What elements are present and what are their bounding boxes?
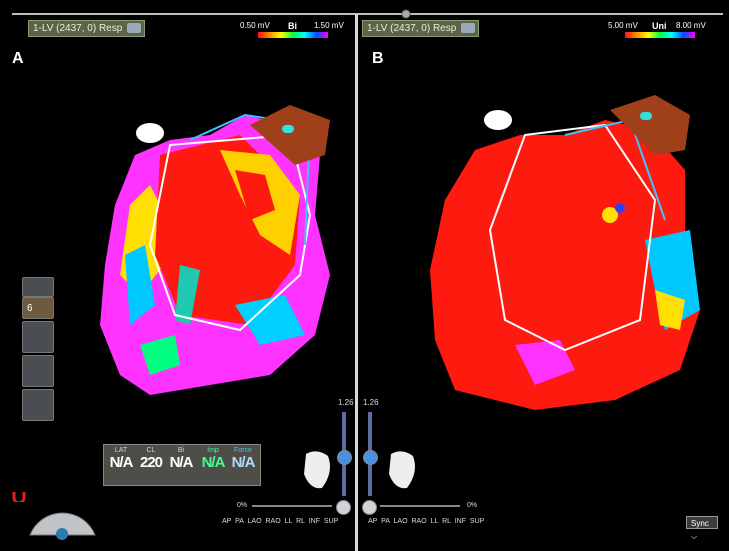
panel-tag-right: B	[372, 50, 384, 67]
dropdown-icon	[127, 23, 142, 33]
zoom-value-left: 1.26	[338, 398, 354, 407]
catheter-info-panel: LAT N/A CL 220 Bi N/A Imp N/A Force N/A	[103, 444, 261, 486]
heart-tool-button[interactable]	[22, 277, 54, 297]
top-divider	[12, 13, 723, 15]
color-scale-left	[258, 22, 328, 38]
magnet-icon[interactable]	[12, 490, 26, 502]
info-label-force: Force	[234, 447, 252, 454]
panel-divider[interactable]	[355, 14, 358, 551]
slider-thumb-right[interactable]	[363, 450, 378, 465]
tool-sidebar: 6	[22, 277, 54, 421]
color-scale-right	[625, 22, 695, 38]
viewer-frame: 1-LV (2437, 0) Resp 0.50 mV Bi 1.50 mV A…	[0, 0, 729, 551]
sidebar-value: 6	[27, 303, 33, 314]
percent-right: 0%	[467, 502, 478, 509]
info-value-cl: 220	[139, 454, 163, 471]
slider-thumb-left[interactable]	[337, 450, 352, 465]
view-buttons-left[interactable]: AP PA LAO RAO LL RL INF SUP	[222, 518, 338, 525]
rotate-button-left[interactable]	[336, 500, 351, 515]
sync-dropdown[interactable]: Sync ⌵	[686, 516, 718, 541]
top-handle-icon[interactable]	[400, 8, 412, 20]
view-buttons-right[interactable]: AP PA LAO RAO LL RL INF SUP	[368, 518, 484, 525]
sync-label: Sync	[691, 519, 709, 528]
opacity-slider-right[interactable]	[380, 505, 460, 507]
info-label-lat: LAT	[114, 447, 128, 454]
brush-tool-button[interactable]	[22, 355, 54, 387]
map-selector-left-label: 1-LV (2437, 0) Resp	[33, 23, 123, 34]
voltage-map-unipolar[interactable]	[415, 90, 715, 410]
opacity-slider-left[interactable]	[252, 505, 332, 507]
zoom-value-right: 1.26	[363, 398, 379, 407]
info-value-bi: N/A	[169, 454, 194, 471]
voltage-map-bipolar[interactable]	[60, 95, 350, 405]
rotate-button-right[interactable]	[362, 500, 377, 515]
info-label-imp: Imp	[207, 447, 219, 454]
map-selector-right-label: 1-LV (2437, 0) Resp	[367, 23, 457, 34]
map-selector-right[interactable]: 1-LV (2437, 0) Resp	[362, 20, 480, 37]
info-value-force: N/A	[231, 454, 256, 471]
info-label-cl: CL	[146, 447, 156, 454]
heart-orientation-icon[interactable]	[385, 448, 419, 492]
info-value-lat: N/A	[109, 454, 134, 471]
dropdown-icon	[461, 23, 476, 33]
info-value-imp: N/A	[201, 454, 226, 471]
eraser-tool-button[interactable]	[22, 389, 54, 421]
panel-tag-left: A	[12, 50, 24, 67]
navigation-dial[interactable]	[25, 490, 100, 540]
chart-tool-button[interactable]	[22, 321, 54, 353]
map-selector-left[interactable]: 1-LV (2437, 0) Resp	[28, 20, 146, 37]
percent-left: 0%	[237, 502, 248, 509]
info-label-bi: Bi	[177, 447, 185, 454]
heart-orientation-icon[interactable]	[300, 448, 334, 492]
value-stepper[interactable]: 6	[22, 297, 54, 319]
